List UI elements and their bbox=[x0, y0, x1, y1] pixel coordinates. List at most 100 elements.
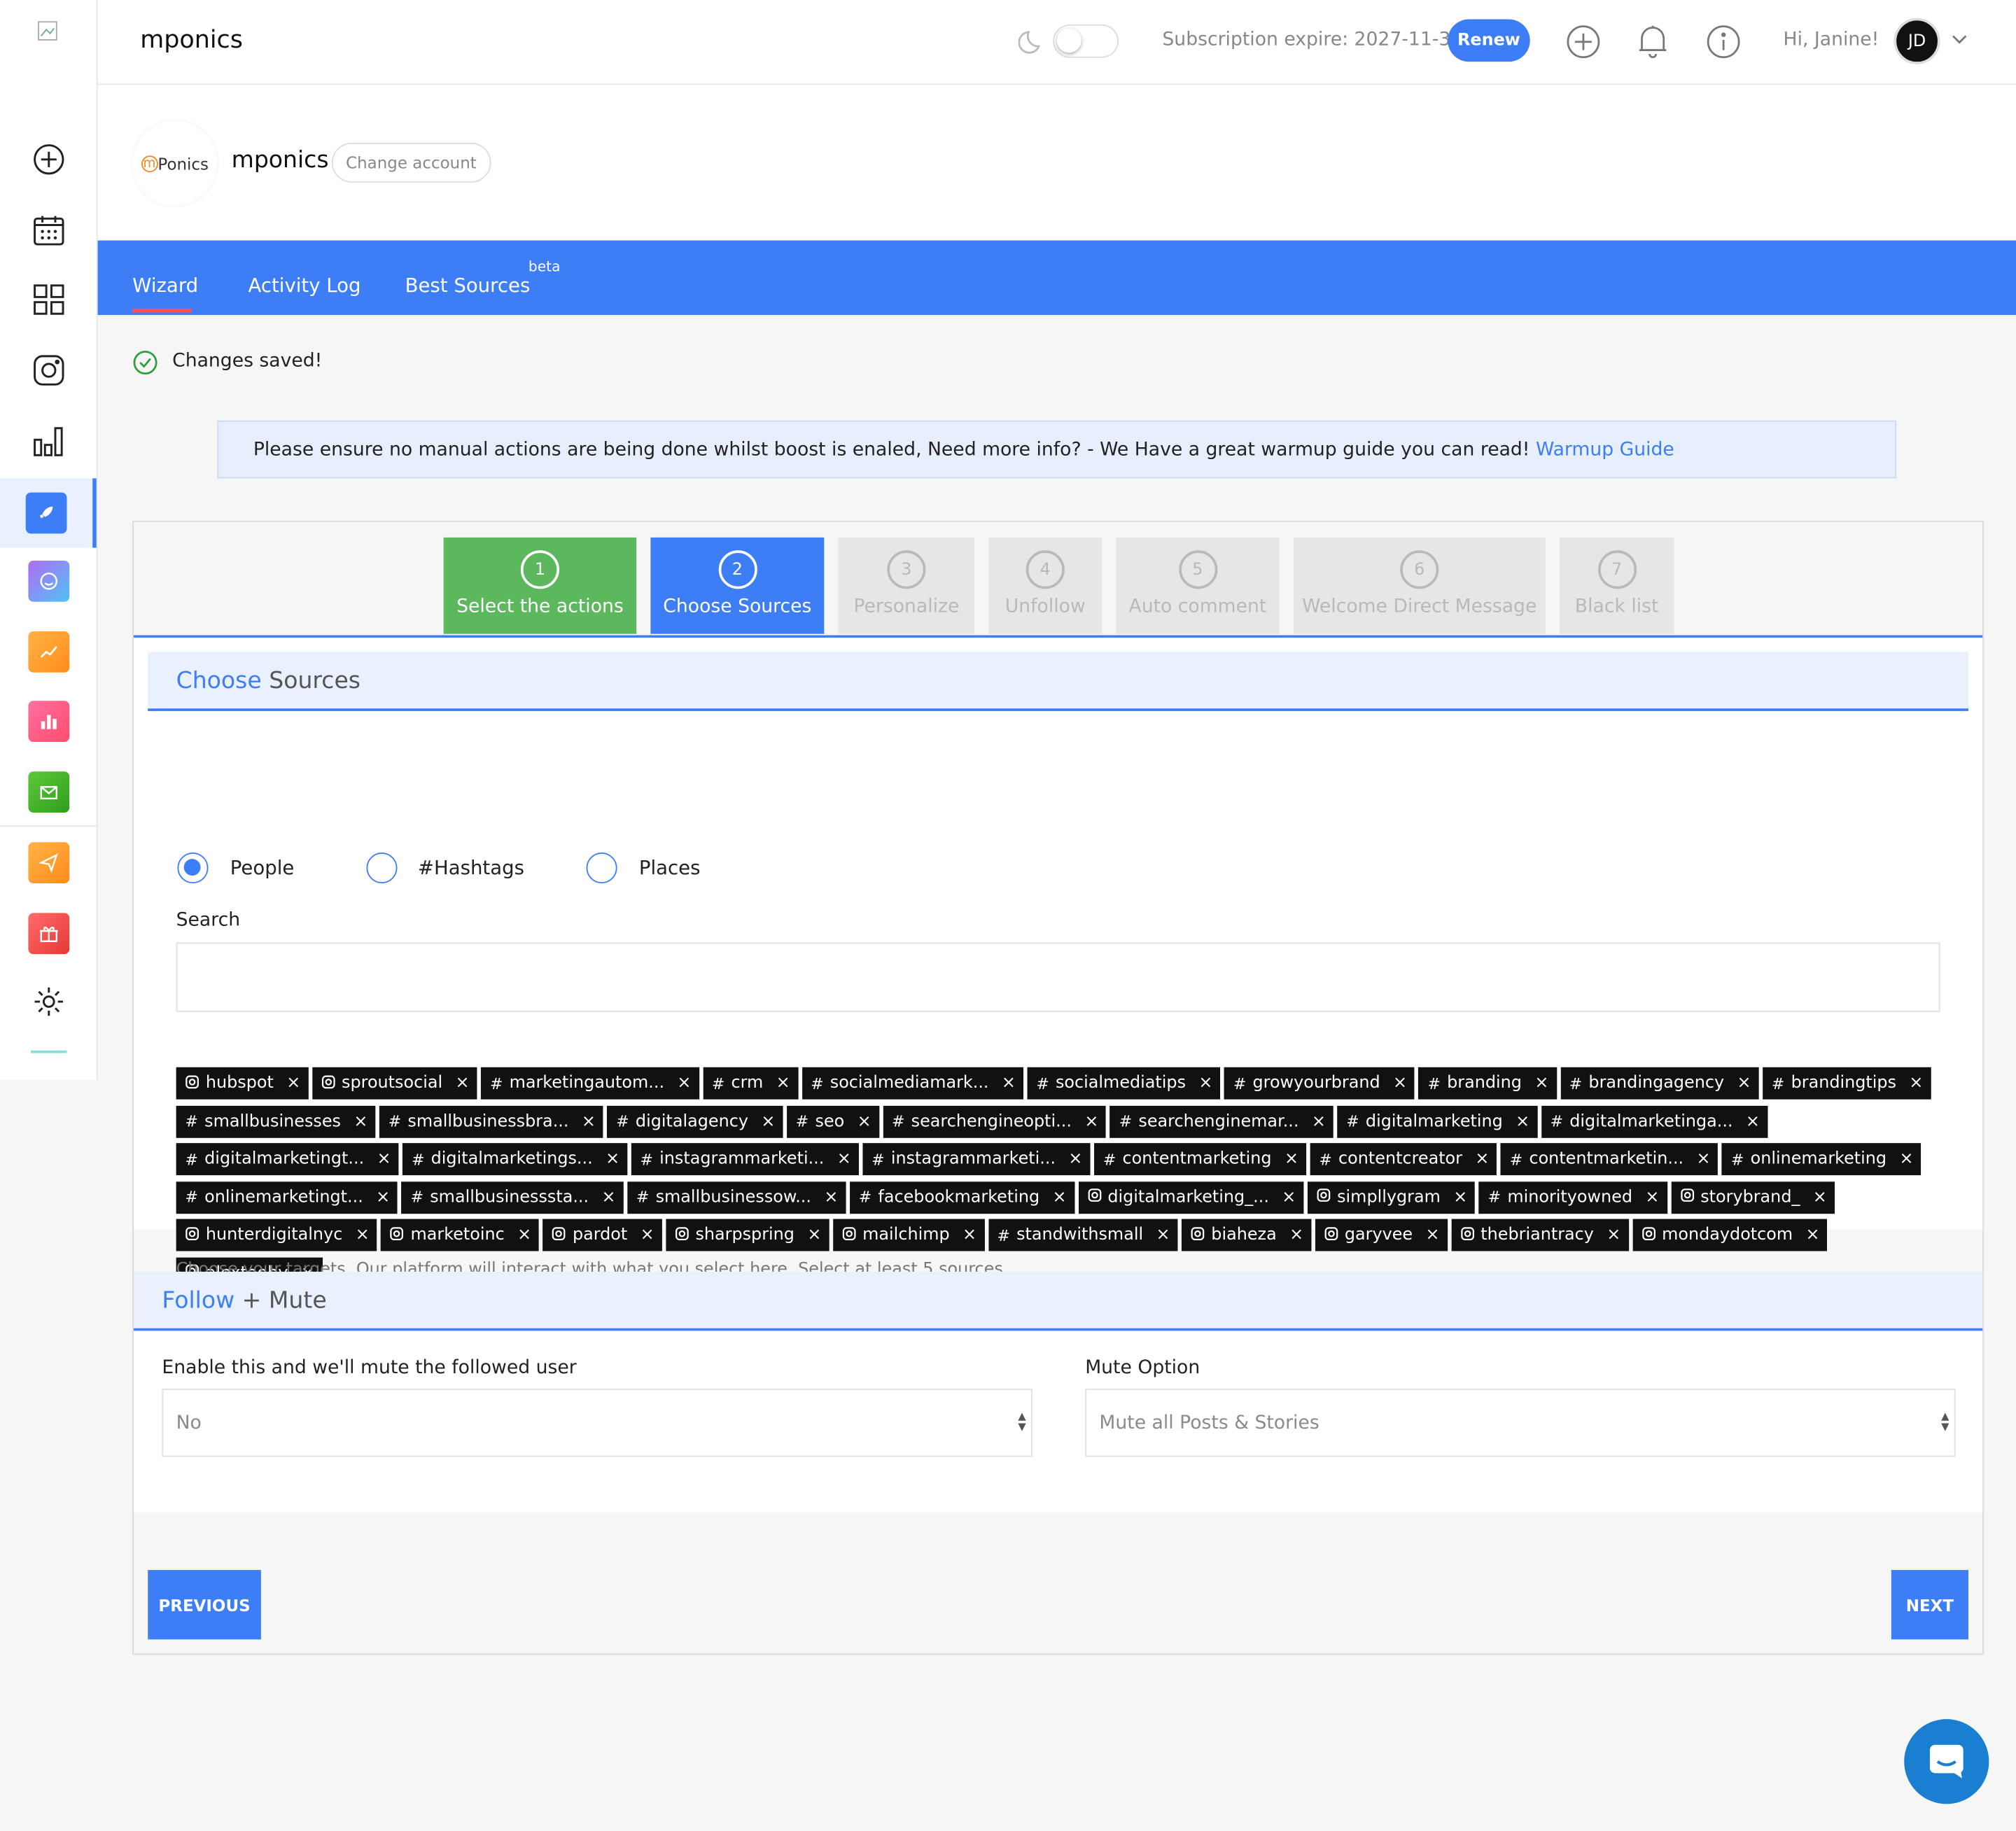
chevron-down-icon[interactable] bbox=[1950, 32, 1968, 52]
remove-tag-icon[interactable]: × bbox=[858, 1111, 872, 1131]
remove-tag-icon[interactable]: × bbox=[1606, 1226, 1620, 1245]
source-tag: # onlinemarketing × bbox=[1722, 1143, 1921, 1176]
next-button[interactable]: NEXT bbox=[1891, 1570, 1969, 1640]
remove-tag-icon[interactable]: × bbox=[1813, 1188, 1827, 1207]
remove-tag-icon[interactable]: × bbox=[1746, 1111, 1760, 1131]
remove-tag-icon[interactable]: × bbox=[1156, 1226, 1170, 1245]
remove-tag-icon[interactable]: × bbox=[377, 1149, 391, 1169]
step-auto-comment[interactable]: 5 Auto comment bbox=[1116, 537, 1280, 634]
boost-nav-item[interactable] bbox=[0, 478, 97, 548]
settings-gear-icon[interactable] bbox=[0, 971, 97, 1032]
source-tag-label: mailchimp bbox=[862, 1225, 950, 1245]
remove-tag-icon[interactable]: × bbox=[1909, 1074, 1923, 1093]
remove-tag-icon[interactable]: × bbox=[376, 1188, 390, 1207]
remove-tag-icon[interactable]: × bbox=[1289, 1226, 1303, 1245]
hashtag-icon: # bbox=[892, 1112, 905, 1130]
source-tag-label: pardot bbox=[572, 1225, 628, 1245]
remove-tag-icon[interactable]: × bbox=[1697, 1149, 1711, 1169]
remove-tag-icon[interactable]: × bbox=[1899, 1149, 1913, 1169]
remove-tag-icon[interactable]: × bbox=[606, 1149, 620, 1169]
sidebar-item-face[interactable] bbox=[0, 550, 97, 612]
source-tag: hubspot × bbox=[176, 1067, 309, 1100]
remove-tag-icon[interactable]: × bbox=[640, 1226, 654, 1245]
remove-tag-icon[interactable]: × bbox=[517, 1226, 531, 1245]
remove-tag-icon[interactable]: × bbox=[807, 1226, 821, 1245]
remove-tag-icon[interactable]: × bbox=[1198, 1074, 1212, 1093]
remove-tag-icon[interactable]: × bbox=[356, 1226, 370, 1245]
radio-hashtags[interactable] bbox=[366, 852, 398, 884]
remove-tag-icon[interactable]: × bbox=[1084, 1111, 1098, 1131]
radio-people[interactable] bbox=[177, 852, 209, 884]
sidebar-item-gift[interactable] bbox=[0, 903, 97, 964]
mute-option-select[interactable]: Mute all Posts & Stories ▲ ▼ bbox=[1085, 1389, 1956, 1457]
tab-wizard[interactable]: Wizard bbox=[132, 274, 198, 297]
hashtag-icon: # bbox=[711, 1074, 725, 1093]
remove-tag-icon[interactable]: × bbox=[1475, 1149, 1489, 1169]
remove-tag-icon[interactable]: × bbox=[1516, 1111, 1530, 1131]
remove-tag-icon[interactable]: × bbox=[1806, 1226, 1820, 1245]
sidebar-item-send[interactable] bbox=[0, 832, 97, 894]
bell-icon[interactable] bbox=[1635, 23, 1670, 64]
remove-tag-icon[interactable]: × bbox=[1737, 1074, 1751, 1093]
source-tag-label: standwithsmall bbox=[1016, 1225, 1144, 1245]
grid-icon[interactable] bbox=[0, 269, 97, 330]
remove-tag-icon[interactable]: × bbox=[1453, 1188, 1467, 1207]
remove-tag-icon[interactable]: × bbox=[1393, 1074, 1407, 1093]
add-icon[interactable] bbox=[1566, 24, 1601, 64]
source-tag: # brandingtips × bbox=[1763, 1067, 1931, 1100]
remove-tag-icon[interactable]: × bbox=[1282, 1188, 1296, 1207]
remove-tag-icon[interactable]: × bbox=[1645, 1188, 1659, 1207]
remove-tag-icon[interactable]: × bbox=[1312, 1111, 1326, 1131]
instagram-icon[interactable] bbox=[0, 339, 97, 401]
radio-places[interactable] bbox=[586, 852, 617, 884]
previous-button[interactable]: PREVIOUS bbox=[148, 1570, 261, 1640]
chat-launcher[interactable] bbox=[1904, 1719, 1989, 1804]
remove-tag-icon[interactable]: × bbox=[1002, 1074, 1016, 1093]
remove-tag-icon[interactable]: × bbox=[1534, 1074, 1548, 1093]
search-input[interactable] bbox=[176, 942, 1940, 1012]
renew-button[interactable]: Renew bbox=[1448, 19, 1530, 62]
remove-tag-icon[interactable]: × bbox=[456, 1074, 470, 1093]
step-personalize[interactable]: 3 Personalize bbox=[838, 537, 975, 634]
step-select-actions[interactable]: 1 Select the actions bbox=[443, 537, 637, 634]
bar-chart-icon[interactable] bbox=[0, 410, 97, 472]
remove-tag-icon[interactable]: × bbox=[1284, 1149, 1298, 1169]
remove-tag-icon[interactable]: × bbox=[962, 1226, 976, 1245]
remove-tag-icon[interactable]: × bbox=[776, 1074, 790, 1093]
step-black-list[interactable]: 7 Black list bbox=[1559, 537, 1674, 634]
radio-places-label: Places bbox=[638, 856, 701, 880]
remove-tag-icon[interactable]: × bbox=[824, 1188, 838, 1207]
source-tag-label: seo bbox=[815, 1111, 845, 1131]
step-unfollow[interactable]: 4 Unfollow bbox=[988, 537, 1102, 634]
info-icon[interactable] bbox=[1706, 24, 1741, 64]
remove-tag-icon[interactable]: × bbox=[1053, 1188, 1067, 1207]
remove-tag-icon[interactable]: × bbox=[286, 1074, 300, 1093]
remove-tag-icon[interactable]: × bbox=[602, 1188, 616, 1207]
remove-tag-icon[interactable]: × bbox=[582, 1111, 596, 1131]
remove-tag-icon[interactable]: × bbox=[1068, 1149, 1082, 1169]
sidebar-item-stats[interactable] bbox=[0, 691, 97, 752]
hashtag-icon: # bbox=[872, 1150, 885, 1168]
remove-tag-icon[interactable]: × bbox=[761, 1111, 775, 1131]
step-welcome-dm[interactable]: 6 Welcome Direct Message bbox=[1293, 537, 1546, 634]
avatar[interactable]: JD bbox=[1893, 17, 1940, 64]
tab-activity-log[interactable]: Activity Log bbox=[248, 274, 360, 297]
sidebar-item-mail[interactable] bbox=[0, 762, 97, 823]
hashtag-icon: # bbox=[636, 1188, 650, 1207]
tab-best-sources[interactable]: Best Sources bbox=[405, 274, 531, 297]
remove-tag-icon[interactable]: × bbox=[677, 1074, 691, 1093]
source-tag: mondaydotcom × bbox=[1632, 1219, 1828, 1251]
mute-followed-select[interactable]: No ▲ ▼ bbox=[162, 1389, 1032, 1457]
dark-mode-toggle[interactable] bbox=[1053, 24, 1119, 58]
remove-tag-icon[interactable]: × bbox=[837, 1149, 851, 1169]
source-tag-label: marketingautom... bbox=[509, 1073, 665, 1093]
remove-tag-icon[interactable]: × bbox=[354, 1111, 368, 1131]
remove-tag-icon[interactable]: × bbox=[1426, 1226, 1440, 1245]
change-account-button[interactable]: Change account bbox=[331, 142, 491, 183]
sidebar-item-trend[interactable] bbox=[0, 621, 97, 682]
calendar-icon[interactable] bbox=[0, 199, 97, 261]
source-tag-label: socialmediamark... bbox=[830, 1073, 989, 1093]
warmup-guide-link[interactable]: Warmup Guide bbox=[1536, 439, 1674, 459]
add-circle-icon[interactable] bbox=[0, 129, 97, 190]
step-choose-sources[interactable]: 2 Choose Sources bbox=[650, 537, 825, 634]
